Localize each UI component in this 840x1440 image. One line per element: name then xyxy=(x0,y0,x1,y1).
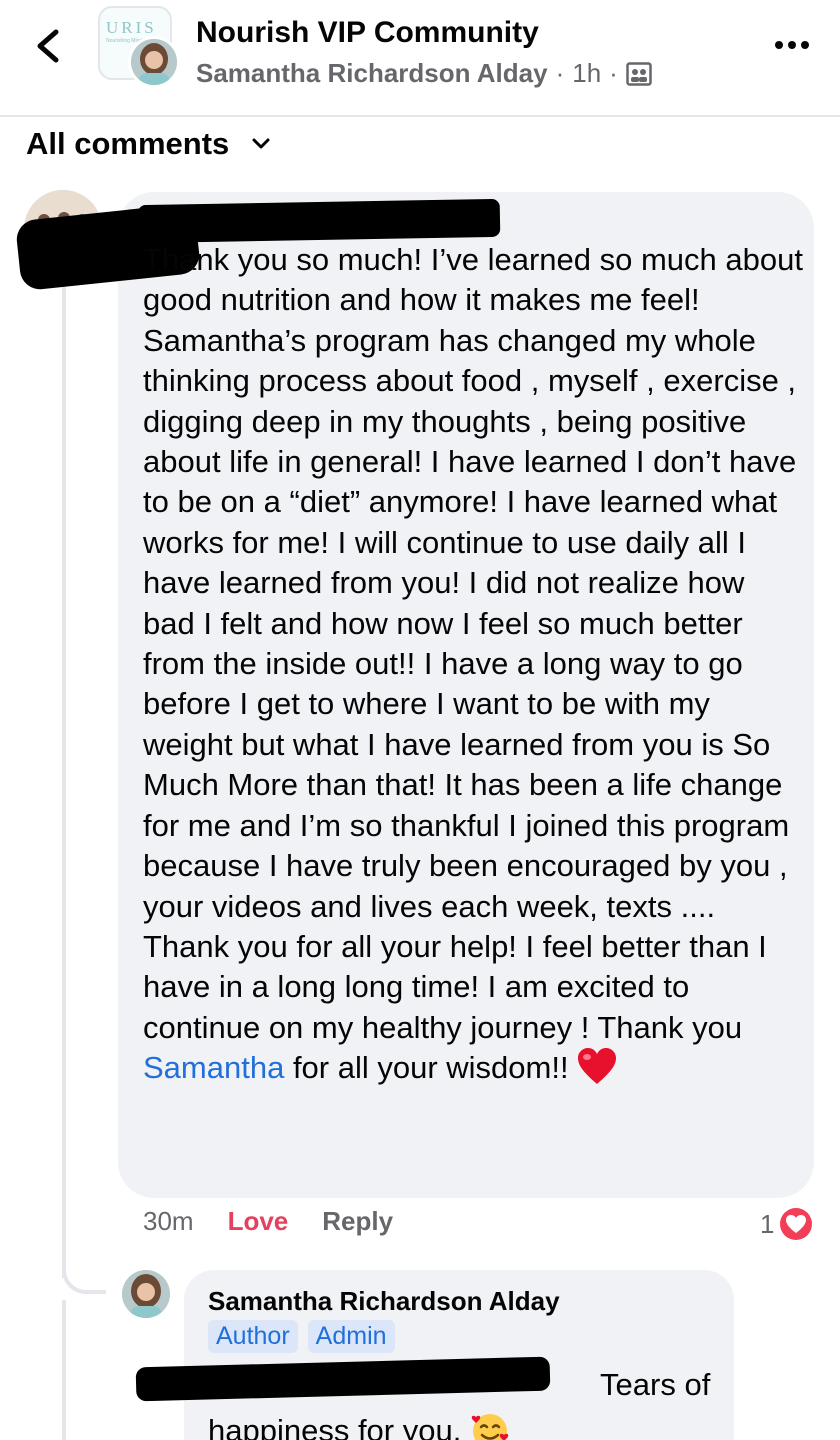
group-icon xyxy=(626,61,652,86)
comment-time: 30m xyxy=(143,1206,194,1236)
reply-author-name[interactable]: Samantha Richardson Alday xyxy=(208,1286,560,1317)
comment-filter-dropdown[interactable]: All comments xyxy=(26,126,271,162)
reaction-summary[interactable]: 1 xyxy=(760,1206,815,1242)
comment-bubble: Thank you so much! I’ve learned so much … xyxy=(14,192,814,1198)
reply-body: Tears of happiness for you. xyxy=(208,1367,711,1440)
meta-separator: · xyxy=(555,58,565,88)
thread-line xyxy=(62,1300,66,1440)
comment-actions: 30m Love Reply xyxy=(143,1206,393,1237)
reply-bubble: Samantha Richardson Alday Author Admin T… xyxy=(135,1270,734,1440)
filter-label: All comments xyxy=(26,126,230,161)
reply-button[interactable]: Reply xyxy=(322,1206,393,1237)
love-reaction-icon xyxy=(778,1206,815,1242)
admin-badge: Admin xyxy=(307,1320,395,1353)
reply-author-avatar[interactable] xyxy=(122,1270,170,1318)
love-reaction-button[interactable]: Love xyxy=(228,1206,289,1237)
comment-text: Thank you so much! I’ve learned so much … xyxy=(143,240,803,1089)
meta-separator: · xyxy=(609,58,618,88)
thread-line xyxy=(62,278,66,1278)
comment-body-end: for all your wisdom!! xyxy=(284,1050,578,1086)
post-header: URIS Nourishing Mind Nourish VIP Communi… xyxy=(0,0,840,117)
mention-link[interactable]: Samantha xyxy=(143,1050,284,1085)
reaction-count: 1 xyxy=(760,1208,775,1239)
author-badge: Author xyxy=(208,1320,298,1353)
role-badges: Author Admin xyxy=(208,1320,395,1353)
post-meta: Samantha Richardson Alday · 1h · xyxy=(196,58,652,89)
thread-connector xyxy=(62,1240,106,1294)
red-heart-emoji xyxy=(578,1048,617,1085)
reply-text: Tears of happiness for you. xyxy=(208,1362,718,1440)
group-title[interactable]: Nourish VIP Community xyxy=(196,16,539,50)
more-icon[interactable] xyxy=(770,30,814,60)
post-time: 1h xyxy=(572,58,602,88)
smiling-face-with-hearts-emoji xyxy=(471,1414,509,1440)
post-author[interactable]: Samantha Richardson Alday xyxy=(196,58,548,89)
chevron-down-icon xyxy=(252,138,270,149)
back-arrow-icon[interactable] xyxy=(30,26,70,66)
comment-body: Thank you so much! I’ve learned so much … xyxy=(143,242,803,1045)
redacted-commenter-name xyxy=(137,198,501,244)
group-logo-text: URIS xyxy=(106,18,157,37)
author-avatar[interactable] xyxy=(128,36,180,88)
